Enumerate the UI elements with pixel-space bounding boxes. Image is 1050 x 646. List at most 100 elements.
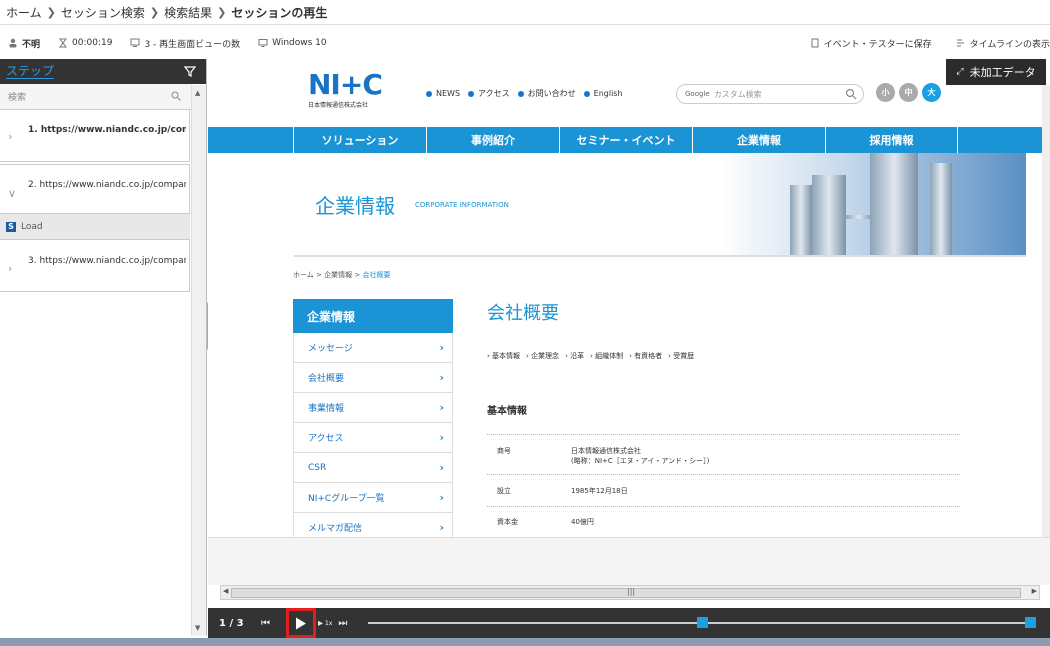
table-value: 1985年12月18日 [571,487,628,495]
site-crumb-company[interactable]: 企業情報 [324,271,352,279]
step-item-3[interactable]: › 3. https://www.niandc.co.jp/company... [0,240,190,292]
mainnav-solutions[interactable]: ソリューション [293,127,426,153]
topnav-news[interactable]: NEWS [426,88,460,99]
sublink[interactable]: › 組織体制 [590,351,623,361]
font-size-large-button[interactable]: 大 [922,83,941,102]
site-breadcrumb: ホーム > 企業情報 > 会社概要 [293,271,391,279]
hero-banner: 企業情報 CORPORATE INFORMATION [208,153,1050,255]
site-logo[interactable]: NI+C 日本情報通信株式会社 [308,71,383,110]
skip-to-end-icon[interactable]: ⏭ [338,618,347,629]
steps-scrollbar[interactable]: ▲ ▼ [191,85,206,636]
hero-subtitle: CORPORATE INFORMATION [415,201,509,209]
os-value: Windows 10 [272,38,327,48]
raw-data-button[interactable]: ⤢ 未加工データ [946,59,1046,85]
speed-label[interactable]: 1x [325,620,332,627]
topnav-contact[interactable]: お問い合わせ [517,88,576,99]
breadcrumb-search-results[interactable]: 検索結果 [164,4,212,21]
breadcrumb: ホーム ❯ セッション検索 ❯ 検索結果 ❯ セッションの再生 [0,0,1050,25]
save-event-tester-button[interactable]: イベント・テスターに保存 [810,37,932,50]
viewer-horizontal-scrollbar[interactable]: ◀ ||| ▶ [220,585,1040,600]
side-menu-item[interactable]: NI+Cグループ一覧 › [293,483,453,513]
search-icon[interactable] [171,91,181,101]
sublink[interactable]: › 基本情報 [487,351,520,361]
scroll-up-icon[interactable]: ▲ [195,89,200,97]
play-button[interactable] [286,608,316,638]
event-type-badge: S [6,221,16,232]
font-size-switcher: 小 中 大 [876,83,945,102]
mainnav-careers[interactable]: 採用情報 [825,127,958,153]
topnav-label: English [593,89,623,98]
views-value: 3 - 再生画面ビューの数 [144,39,241,50]
os-info: Windows 10 [258,38,327,48]
site-top-nav: NEWS アクセス お問い合わせ English [426,88,631,99]
side-menu-item[interactable]: メッセージ › [293,333,453,363]
screen-icon [130,38,140,47]
font-size-small-button[interactable]: 小 [876,83,895,102]
timeline-track[interactable] [368,617,1036,628]
breadcrumb-home[interactable]: ホーム [6,4,42,21]
scroll-down-icon[interactable]: ▼ [195,624,200,632]
mainnav-case-studies[interactable]: 事例紹介 [426,127,559,153]
step-item-1[interactable]: › 1. https://www.niandc.co.jp/compa... [0,110,190,162]
side-menu-label: 会社概要 [308,374,345,384]
timeline-icon [956,39,964,47]
viewer-scrollbar[interactable] [1042,85,1050,537]
show-timeline-button[interactable]: タイムラインの表示 [956,37,1050,50]
side-menu-label: CSR [308,462,327,473]
chevron-down-icon: ∨ [8,187,17,200]
site-search-input[interactable]: Google カスタム検索 [676,84,864,104]
search-icon[interactable] [845,88,857,100]
site-header: NI+C 日本情報通信株式会社 NEWS アクセス お問い合わせ English… [208,59,1050,127]
side-menu-item[interactable]: アクセス › [293,423,453,453]
duration-info: 00:00:19 [58,38,112,48]
load-event-row[interactable]: S Load [0,214,190,240]
mainnav-company[interactable]: 企業情報 [692,127,825,153]
scroll-thumb[interactable]: ||| [231,587,1021,598]
sublink[interactable]: › 沿革 [565,351,584,361]
skip-to-start-icon[interactable]: ⏮ [261,618,270,629]
breadcrumb-session-search[interactable]: セッション検索 [61,4,145,21]
sublink[interactable]: › 有資格者 [629,351,662,361]
speed-icon[interactable]: ▸ [318,618,323,629]
filter-icon[interactable] [184,66,196,77]
scroll-right-icon[interactable]: ▶ [1032,587,1037,595]
side-menu-label: NI+Cグループ一覧 [308,494,385,504]
site-search-placeholder: カスタム検索 [713,89,762,99]
table-value: 日本情報通信株式会社 (略称：NI+C［エヌ・アイ・アンド・シー］) [571,446,709,474]
step-item-2[interactable]: ∨ 2. https://www.niandc.co.jp/company... [0,164,190,214]
side-menu-label: メッセージ [308,344,353,354]
side-menu-item[interactable]: 事業情報 › [293,393,453,423]
table-value: 40億円 [571,518,594,526]
sublink[interactable]: › 受賞歴 [668,351,694,361]
font-size-medium-button[interactable]: 中 [899,83,918,102]
side-menu-label: アクセス [308,434,344,444]
mainnav-seminars[interactable]: セミナー・イベント [559,127,692,153]
side-menu-item[interactable]: CSR › [293,453,453,483]
site-crumb-home[interactable]: ホーム [293,271,314,279]
chevron-right-icon: ❯ [149,5,160,19]
timeline-marker[interactable] [696,617,708,628]
viewer-empty-area [208,537,1050,585]
content-sublinks: › 基本情報 › 企業理念 › 沿革 › 組織体制 › 有資格者 › 受賞歴 [487,351,700,361]
topnav-label: アクセス [478,89,510,98]
sublink-label: 組織体制 [595,352,624,360]
table-value-line: 日本情報通信株式会社 [571,447,641,455]
sublink-label: 沿革 [570,352,585,360]
company-info-table: 商号 日本情報通信株式会社 (略称：NI+C［エヌ・アイ・アンド・シー］) 設立… [487,434,960,536]
side-menu-title[interactable]: 企業情報 [293,299,453,333]
sublink[interactable]: › 企業理念 [526,351,559,361]
page-counter: 1 / 3 [219,617,244,629]
tab-steps[interactable]: ステップ [6,64,55,79]
steps-search-input[interactable]: 検索 [0,84,191,110]
user-icon [9,38,17,48]
step-url: 1. https://www.niandc.co.jp/compa... [28,125,186,135]
topnav-english[interactable]: English [583,88,623,99]
topnav-access[interactable]: アクセス [468,88,510,99]
chevron-right-icon: ❯ [217,5,227,19]
bullet-icon [426,90,432,97]
side-menu-item[interactable]: 会社概要 › [293,363,453,393]
sublink-label: 受賞歴 [673,352,695,360]
scroll-left-icon[interactable]: ◀ [223,587,228,595]
timeline-end-marker[interactable] [1025,617,1036,628]
step-url: 2. https://www.niandc.co.jp/company... [28,180,186,190]
